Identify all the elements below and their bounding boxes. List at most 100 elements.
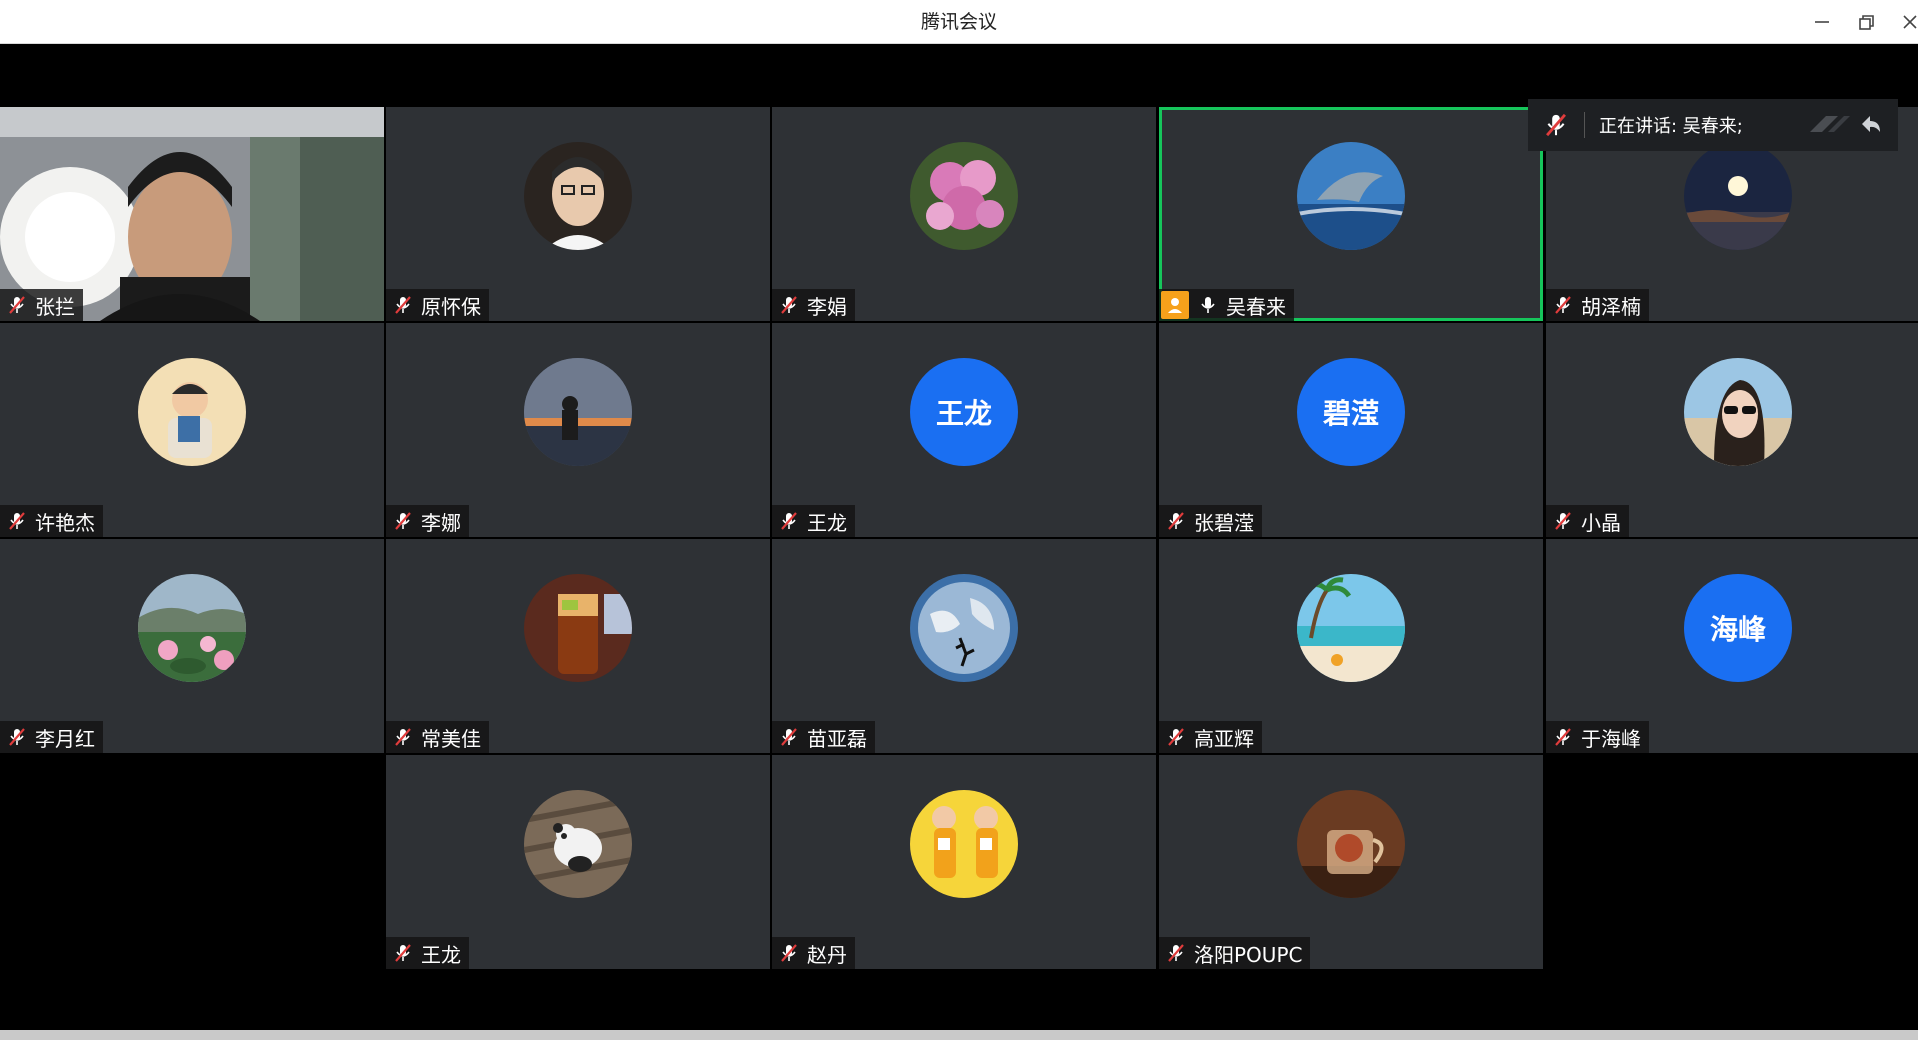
window-title: 腾讯会议 bbox=[920, 11, 997, 33]
avatar bbox=[910, 574, 1018, 682]
participant-tile[interactable]: 许艳杰 bbox=[0, 323, 384, 537]
participant-name: 赵丹 bbox=[807, 942, 847, 967]
avatar bbox=[138, 574, 246, 682]
mic-muted-icon bbox=[6, 294, 28, 316]
avatar bbox=[138, 358, 246, 466]
participant-tile[interactable]: 李娜 bbox=[386, 323, 770, 537]
participant-tile-speaking[interactable]: 吴春来 bbox=[1159, 107, 1543, 321]
mic-muted-icon bbox=[392, 726, 414, 748]
participant-name: 王龙 bbox=[807, 510, 847, 535]
text-avatar: 王龙 bbox=[910, 358, 1018, 466]
mic-muted-icon bbox=[1552, 726, 1574, 748]
participant-name: 高亚辉 bbox=[1194, 726, 1254, 751]
participant-nameplate: 原怀保 bbox=[386, 289, 489, 321]
participant-nameplate: 李娜 bbox=[386, 505, 469, 537]
participant-tile[interactable]: 王龙 王龙 bbox=[772, 323, 1156, 537]
restore-icon bbox=[1859, 15, 1874, 30]
mic-muted-icon bbox=[1542, 111, 1570, 139]
participant-nameplate: 吴春来 bbox=[1159, 289, 1294, 321]
participant-tile[interactable]: 李娟 bbox=[772, 107, 1156, 321]
mic-muted-icon bbox=[392, 510, 414, 532]
participant-nameplate: 李月红 bbox=[0, 721, 103, 753]
participant-nameplate: 小晶 bbox=[1546, 505, 1629, 537]
mic-muted-icon bbox=[6, 726, 28, 748]
divider bbox=[1584, 112, 1585, 138]
host-icon bbox=[1161, 291, 1189, 319]
participant-name: 李月红 bbox=[35, 726, 95, 751]
avatar bbox=[524, 790, 632, 898]
participant-nameplate: 李娟 bbox=[772, 289, 855, 321]
mic-muted-icon bbox=[778, 942, 800, 964]
avatar bbox=[1297, 790, 1405, 898]
participant-name: 李娜 bbox=[421, 510, 461, 535]
participant-nameplate: 王龙 bbox=[772, 505, 855, 537]
participant-nameplate: 许艳杰 bbox=[0, 505, 103, 537]
speaking-indicator-bar[interactable]: 正在讲话: 吴春来; bbox=[1528, 99, 1898, 151]
participant-name: 李娟 bbox=[807, 294, 847, 319]
avatar bbox=[524, 358, 632, 466]
text-avatar: 海峰 bbox=[1684, 574, 1792, 682]
participant-nameplate: 常美佳 bbox=[386, 721, 489, 753]
mic-active-icon bbox=[1197, 294, 1219, 316]
avatar bbox=[524, 142, 632, 250]
participant-nameplate: 胡泽楠 bbox=[1546, 289, 1649, 321]
participant-tile[interactable]: 碧滢 张碧滢 bbox=[1159, 323, 1543, 537]
participant-name: 常美佳 bbox=[421, 726, 481, 751]
mic-muted-icon bbox=[778, 294, 800, 316]
mic-muted-icon bbox=[6, 510, 28, 532]
minimize-button[interactable] bbox=[1808, 8, 1836, 36]
mic-muted-icon bbox=[1552, 510, 1574, 532]
participant-tile[interactable]: 李月红 bbox=[0, 539, 384, 753]
mic-muted-icon bbox=[1165, 510, 1187, 532]
mic-muted-icon bbox=[778, 510, 800, 532]
collapse-button[interactable] bbox=[1804, 110, 1884, 140]
avatar bbox=[524, 574, 632, 682]
text-avatar: 碧滢 bbox=[1297, 358, 1405, 466]
participant-tile[interactable]: 洛阳POUPC bbox=[1159, 755, 1543, 969]
participant-name: 王龙 bbox=[421, 942, 461, 967]
participant-nameplate: 张碧滢 bbox=[1159, 505, 1262, 537]
participant-tile[interactable]: 海峰 于海峰 bbox=[1546, 539, 1918, 753]
participant-tile[interactable]: 小晶 bbox=[1546, 323, 1918, 537]
participant-tile[interactable]: 常美佳 bbox=[386, 539, 770, 753]
participant-name: 许艳杰 bbox=[35, 510, 95, 535]
participant-name: 原怀保 bbox=[421, 294, 481, 319]
mic-muted-icon bbox=[1552, 294, 1574, 316]
arrow-back-icon bbox=[1810, 116, 1880, 132]
participant-name: 吴春来 bbox=[1226, 294, 1286, 319]
participant-tile[interactable]: 苗亚磊 bbox=[772, 539, 1156, 753]
participant-nameplate: 洛阳POUPC bbox=[1159, 937, 1311, 969]
window-bottom-edge bbox=[0, 1030, 1918, 1040]
participant-tile[interactable]: 赵丹 bbox=[772, 755, 1156, 969]
avatar bbox=[910, 790, 1018, 898]
restore-button[interactable] bbox=[1852, 8, 1880, 36]
participant-name: 张拦 bbox=[35, 294, 75, 319]
participant-tile[interactable]: 高亚辉 bbox=[1159, 539, 1543, 753]
avatar bbox=[1297, 142, 1405, 250]
participant-tile[interactable]: 张拦 bbox=[0, 107, 384, 321]
mic-muted-icon bbox=[392, 942, 414, 964]
mic-muted-icon bbox=[1165, 726, 1187, 748]
participant-name: 张碧滢 bbox=[1194, 510, 1254, 535]
participant-nameplate: 赵丹 bbox=[772, 937, 855, 969]
participant-tile[interactable]: 王龙 bbox=[386, 755, 770, 969]
minimize-icon bbox=[1815, 21, 1829, 23]
participant-grid: 张拦 原怀保 李娟 吴春来 胡泽楠 许艳杰 李娜 王龙 王龙 碧滢 张碧滢 小晶… bbox=[0, 107, 1918, 971]
participant-nameplate: 高亚辉 bbox=[1159, 721, 1262, 753]
avatar bbox=[1684, 142, 1792, 250]
participant-name: 洛阳POUPC bbox=[1194, 942, 1303, 967]
close-button[interactable] bbox=[1896, 8, 1918, 36]
participant-name: 苗亚磊 bbox=[807, 726, 867, 751]
participant-name: 于海峰 bbox=[1581, 726, 1641, 751]
mic-muted-icon bbox=[1165, 942, 1187, 964]
participant-name: 小晶 bbox=[1581, 510, 1621, 535]
mic-muted-icon bbox=[392, 294, 414, 316]
participant-tile[interactable]: 原怀保 bbox=[386, 107, 770, 321]
participant-nameplate: 苗亚磊 bbox=[772, 721, 875, 753]
avatar bbox=[1684, 358, 1792, 466]
participant-nameplate: 王龙 bbox=[386, 937, 469, 969]
meeting-stage: 张拦 原怀保 李娟 吴春来 胡泽楠 许艳杰 李娜 王龙 王龙 碧滢 张碧滢 小晶… bbox=[0, 44, 1918, 1030]
mic-muted-icon bbox=[778, 726, 800, 748]
avatar bbox=[1297, 574, 1405, 682]
speaking-label: 正在讲话: 吴春来; bbox=[1599, 116, 1743, 137]
